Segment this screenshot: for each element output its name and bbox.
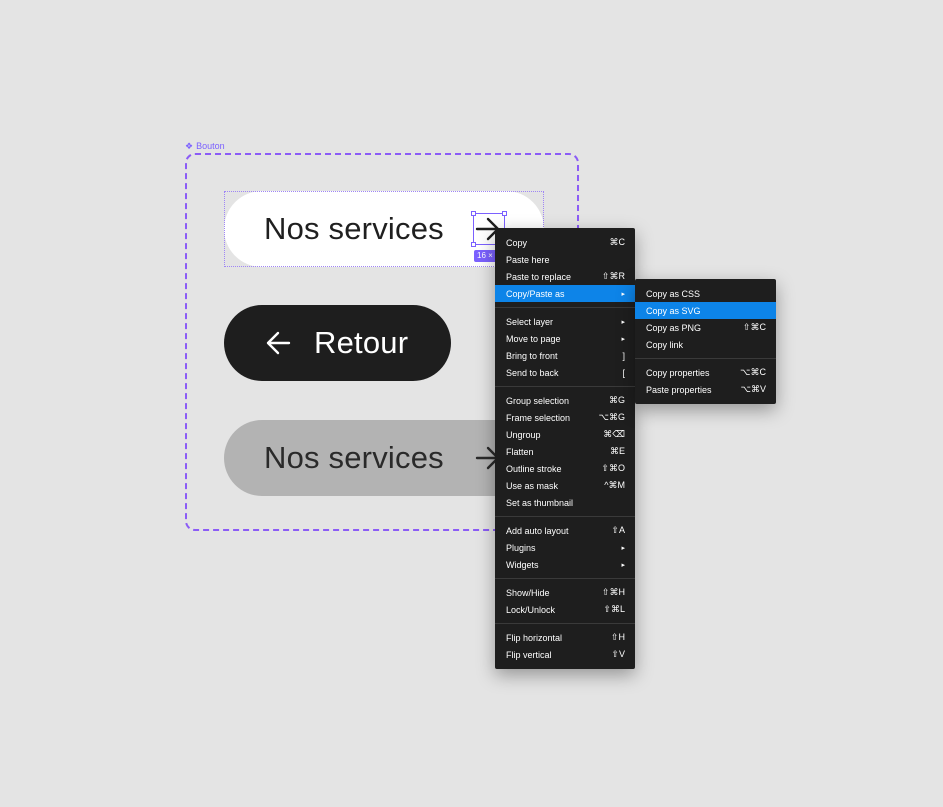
menu-item-label: Send to back xyxy=(506,367,559,378)
resize-handle[interactable] xyxy=(471,242,476,247)
menu-item-label: Flatten xyxy=(506,446,534,457)
menu-item-shortcut: ⇧A xyxy=(611,525,625,535)
menu-item-shortcut: [ xyxy=(622,367,625,378)
menu-item-label: Copy as CSS xyxy=(646,288,701,299)
menu-item-label: Widgets xyxy=(506,559,539,570)
menu-item-show-hide[interactable]: Show/Hide ⇧⌘H xyxy=(495,584,635,601)
menu-item-paste-properties[interactable]: Paste properties ⌥⌘V xyxy=(635,381,776,398)
menu-item-shortcut: ⌥⌘V xyxy=(740,384,766,394)
button-label: Nos services xyxy=(264,440,444,475)
menu-item-label: Copy as PNG xyxy=(646,322,702,333)
menu-item-shortcut: ⌥⌘G xyxy=(598,412,625,422)
menu-item-widgets[interactable]: Widgets ▸ xyxy=(495,556,635,573)
resize-handle[interactable] xyxy=(502,211,507,216)
menu-item-frame-selection[interactable]: Frame selection ⌥⌘G xyxy=(495,409,635,426)
menu-item-label: Frame selection xyxy=(506,412,571,423)
menu-item-plugins[interactable]: Plugins ▸ xyxy=(495,539,635,556)
menu-item-label: Select layer xyxy=(506,316,554,327)
menu-item-label: Outline stroke xyxy=(506,463,562,474)
menu-item-flatten[interactable]: Flatten ⌘E xyxy=(495,443,635,460)
submenu-arrow-icon: ▸ xyxy=(621,335,625,343)
component-name: Bouton xyxy=(196,141,225,151)
menu-item-label: Copy properties xyxy=(646,367,710,378)
menu-item-shortcut: ⌘C xyxy=(609,237,626,247)
menu-separator xyxy=(495,386,635,387)
submenu-arrow-icon: ▸ xyxy=(621,318,625,326)
menu-separator xyxy=(495,578,635,579)
menu-item-label: Move to page xyxy=(506,333,561,344)
menu-item-shortcut: ⇧⌘L xyxy=(603,604,625,614)
menu-item-label: Add auto layout xyxy=(506,525,569,536)
menu-item-paste-here[interactable]: Paste here xyxy=(495,251,635,268)
submenu-arrow-icon: ▸ xyxy=(621,544,625,552)
menu-item-copy-properties[interactable]: Copy properties ⌥⌘C xyxy=(635,364,776,381)
menu-item-label: Set as thumbnail xyxy=(506,497,574,508)
menu-item-paste-to-replace[interactable]: Paste to replace ⇧⌘R xyxy=(495,268,635,285)
menu-separator xyxy=(495,307,635,308)
menu-item-shortcut: ⌘E xyxy=(609,446,625,456)
menu-item-label: Ungroup xyxy=(506,429,541,440)
menu-item-set-as-thumbnail[interactable]: Set as thumbnail xyxy=(495,494,635,511)
menu-item-outline-stroke[interactable]: Outline stroke ⇧⌘O xyxy=(495,460,635,477)
button-label: Retour xyxy=(314,325,409,360)
menu-item-shortcut: ^⌘M xyxy=(604,480,625,490)
menu-item-shortcut: ⇧V xyxy=(611,649,625,659)
menu-separator xyxy=(635,358,776,359)
menu-item-flip-vertical[interactable]: Flip vertical ⇧V xyxy=(495,646,635,663)
menu-item-shortcut: ⇧⌘O xyxy=(601,463,625,473)
menu-item-add-auto-layout[interactable]: Add auto layout ⇧A xyxy=(495,522,635,539)
menu-item-label: Copy as SVG xyxy=(646,305,701,316)
menu-item-group-selection[interactable]: Group selection ⌘G xyxy=(495,392,635,409)
menu-item-ungroup[interactable]: Ungroup ⌘⌫ xyxy=(495,426,635,443)
button-variant-dark[interactable]: Retour xyxy=(224,305,451,381)
menu-item-label: Flip vertical xyxy=(506,649,552,660)
menu-item-copy-as-png[interactable]: Copy as PNG ⇧⌘C xyxy=(635,319,776,336)
resize-handle[interactable] xyxy=(471,211,476,216)
component-diamond-icon: ❖ xyxy=(185,140,194,151)
menu-item-shortcut: ⇧⌘H xyxy=(601,587,625,597)
menu-item-label: Paste here xyxy=(506,254,550,265)
menu-item-shortcut: ⇧⌘R xyxy=(601,271,625,281)
menu-item-label: Copy link xyxy=(646,339,684,350)
menu-item-copy-as-css[interactable]: Copy as CSS xyxy=(635,285,776,302)
menu-item-label: Plugins xyxy=(506,542,536,553)
menu-item-label: Paste properties xyxy=(646,384,712,395)
menu-item-shortcut: ⌘⌫ xyxy=(603,429,625,439)
menu-item-lock-unlock[interactable]: Lock/Unlock ⇧⌘L xyxy=(495,601,635,618)
arrow-left-icon xyxy=(266,331,291,355)
component-label[interactable]: ❖ Bouton xyxy=(185,141,225,151)
menu-item-copy-as-svg[interactable]: Copy as SVG xyxy=(635,302,776,319)
menu-item-use-as-mask[interactable]: Use as mask ^⌘M xyxy=(495,477,635,494)
menu-item-label: Paste to replace xyxy=(506,271,572,282)
menu-item-send-to-back[interactable]: Send to back [ xyxy=(495,364,635,381)
context-menu: Copy ⌘C Paste here Paste to replace ⇧⌘R Copy/… xyxy=(495,228,635,669)
menu-item-label: Copy/Paste as xyxy=(506,288,565,299)
menu-item-label: Copy xyxy=(506,237,528,248)
menu-item-shortcut: ⇧⌘C xyxy=(742,322,766,332)
menu-item-label: Flip horizontal xyxy=(506,632,563,643)
menu-item-bring-to-front[interactable]: Bring to front] xyxy=(495,347,635,364)
menu-item-label: Bring to front xyxy=(506,350,558,361)
menu-item-copy-link[interactable]: Copy link xyxy=(635,336,776,353)
menu-item-copy-paste-as[interactable]: Copy/Paste as ▸ xyxy=(495,285,635,302)
menu-item-shortcut: ⌘G xyxy=(608,395,625,405)
submenu-arrow-icon: ▸ xyxy=(621,290,625,298)
menu-separator xyxy=(495,516,635,517)
menu-item-flip-horizontal[interactable]: Flip horizontal ⇧H xyxy=(495,629,635,646)
copy-paste-as-submenu: Copy as CSS Copy as SVG Copy as PNG ⇧⌘C Copy… xyxy=(635,279,776,404)
menu-item-label: Group selection xyxy=(506,395,570,406)
menu-item-copy[interactable]: Copy ⌘C xyxy=(495,234,635,251)
menu-item-label: Lock/Unlock xyxy=(506,604,556,615)
menu-item-label: Show/Hide xyxy=(506,587,550,598)
menu-separator xyxy=(495,623,635,624)
menu-item-select-layer[interactable]: Select layer ▸ xyxy=(495,313,635,330)
menu-item-shortcut: ] xyxy=(622,350,625,361)
submenu-arrow-icon: ▸ xyxy=(621,561,625,569)
menu-item-shortcut: ⇧H xyxy=(610,632,625,642)
menu-item-label: Use as mask xyxy=(506,480,559,491)
menu-item-shortcut: ⌥⌘C xyxy=(740,367,766,377)
menu-item-move-to-page[interactable]: Move to page ▸ xyxy=(495,330,635,347)
